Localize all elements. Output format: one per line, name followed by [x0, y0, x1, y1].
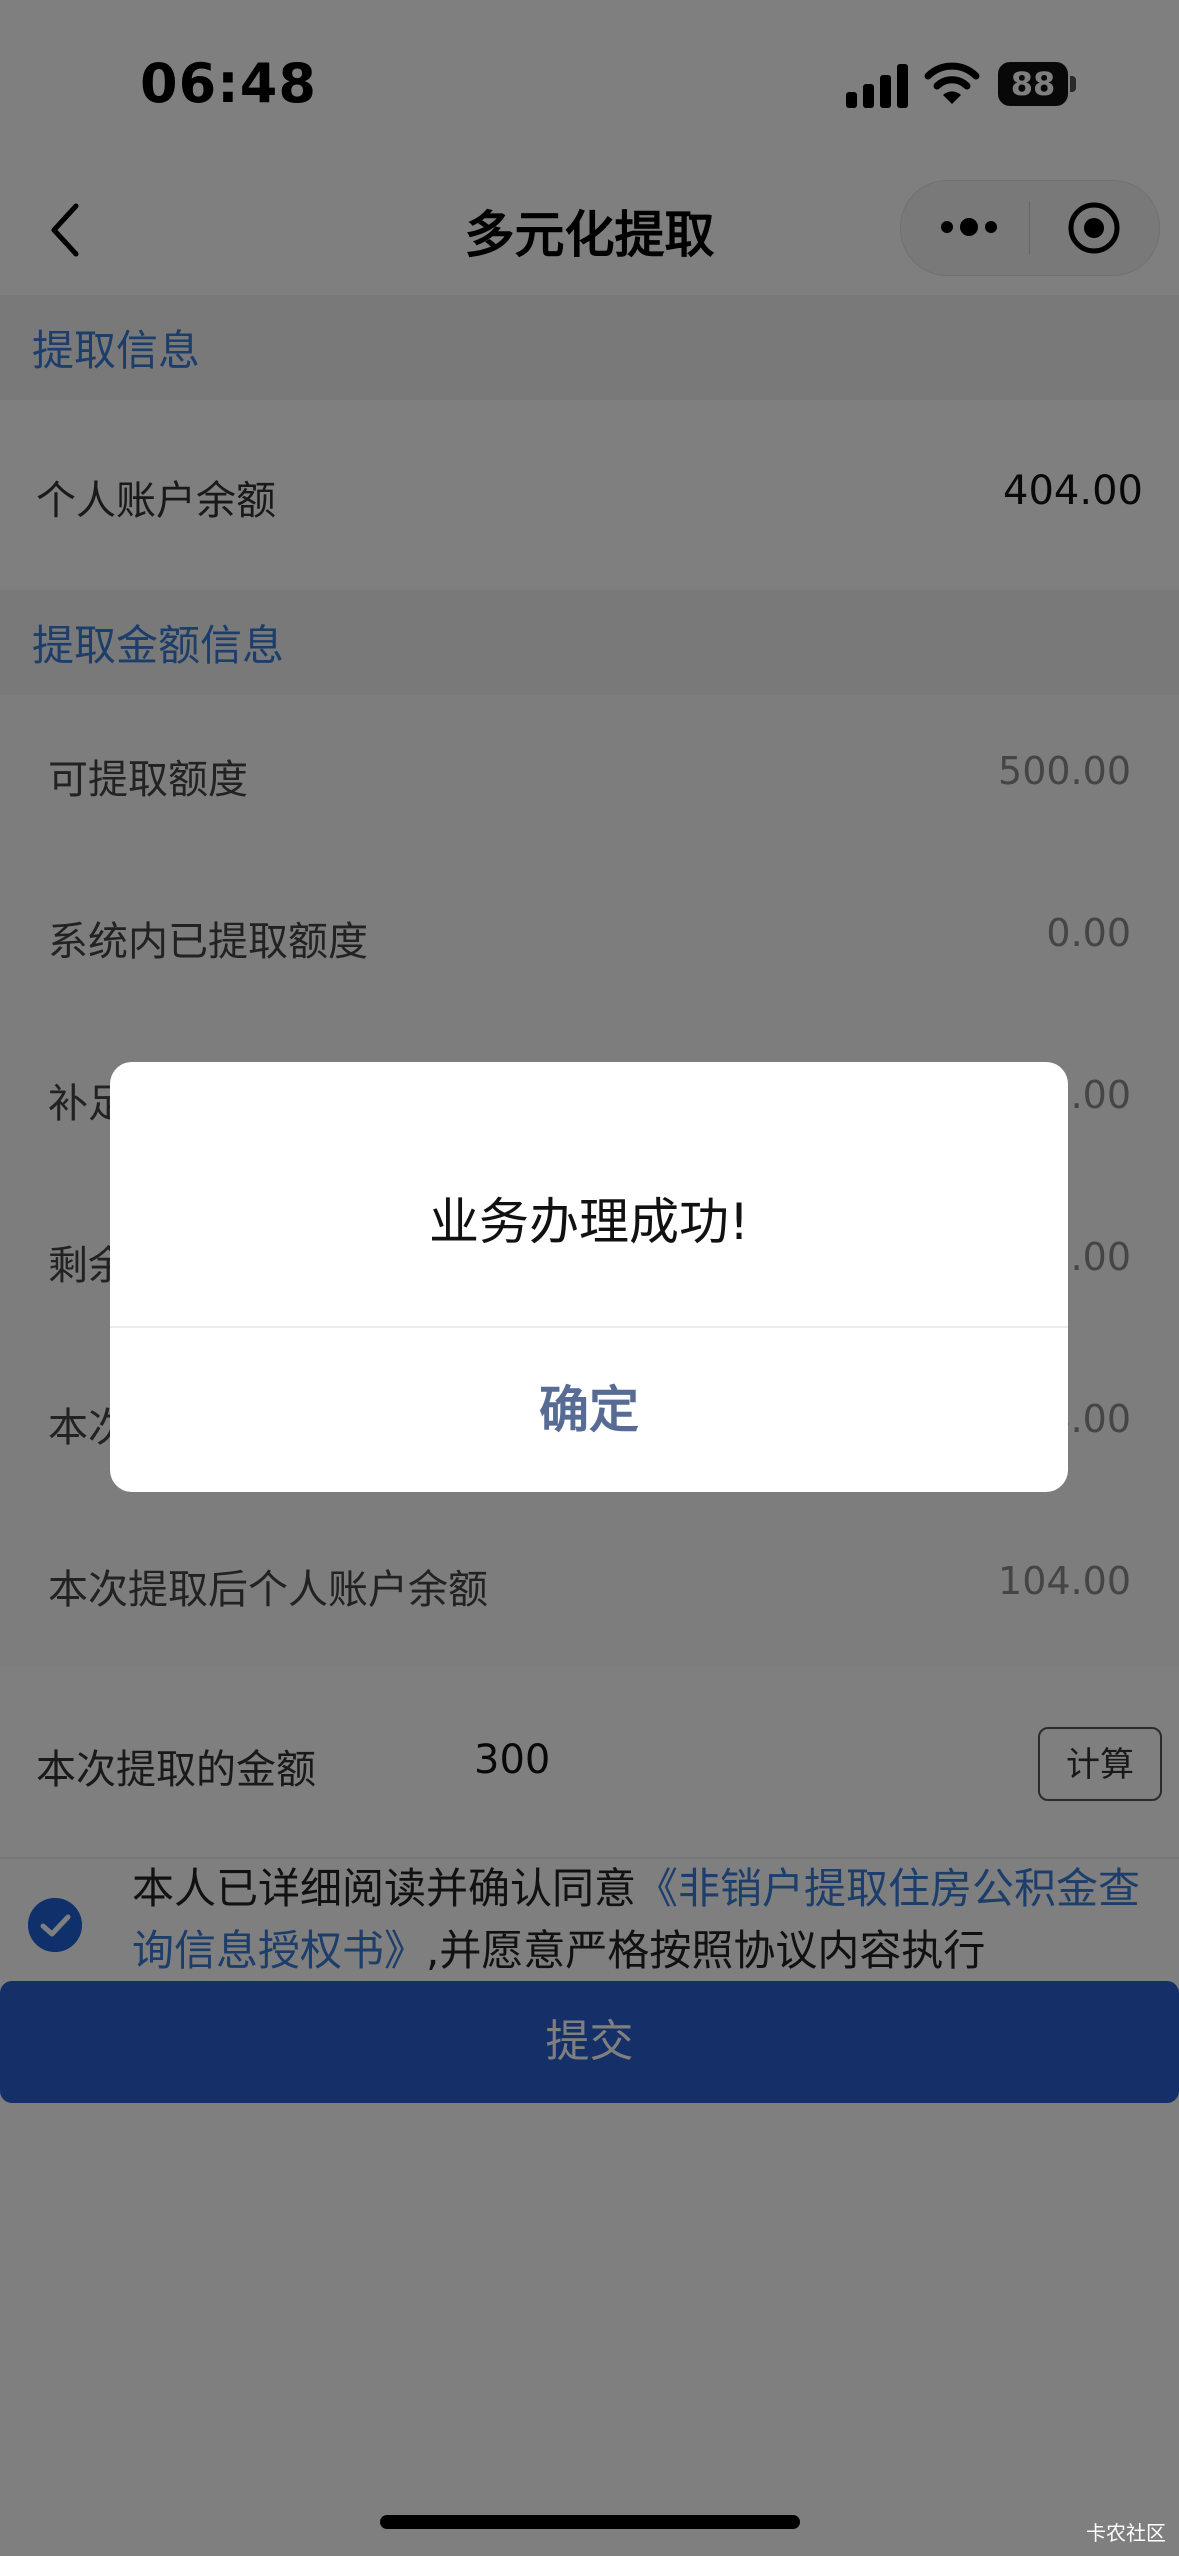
dialog-message: 业务办理成功! — [428, 1193, 750, 1251]
success-dialog: 业务办理成功! 确定 — [110, 1062, 1068, 1492]
watermark: 卡农社区 — [1086, 2521, 1166, 2545]
confirm-button[interactable]: 确定 — [110, 1328, 1068, 1492]
home-indicator[interactable] — [380, 2515, 800, 2529]
